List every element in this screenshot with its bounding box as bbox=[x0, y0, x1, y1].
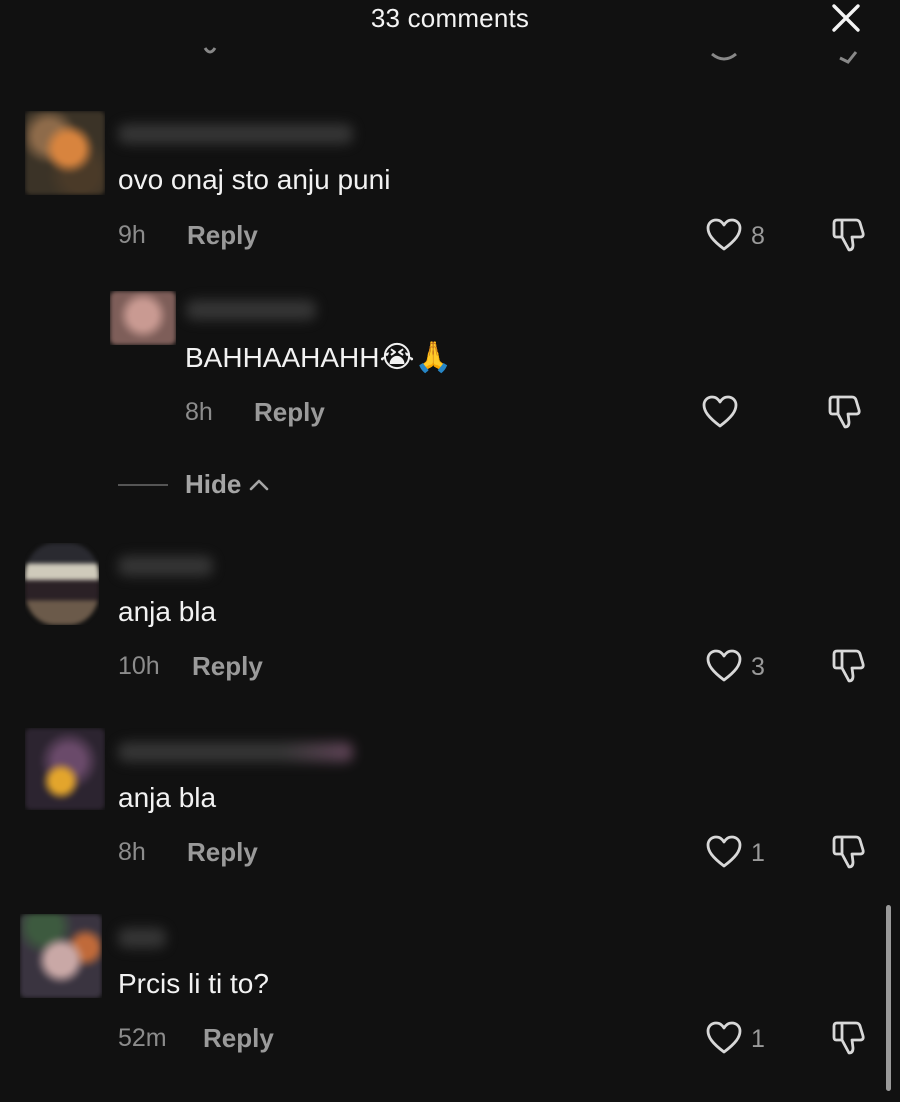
comment-text: anja bla bbox=[118, 596, 217, 627]
avatar[interactable] bbox=[25, 728, 105, 810]
reply-text: BAHHAAHAHH😭🙏 bbox=[185, 340, 452, 375]
reply-button[interactable]: Reply bbox=[254, 397, 325, 428]
hide-divider bbox=[118, 484, 168, 486]
hide-replies-button[interactable]: Hide bbox=[185, 469, 241, 500]
username-blurred[interactable] bbox=[118, 928, 166, 948]
comment-time: 8h bbox=[118, 838, 146, 866]
reply-text-body: BAHHAAHAHH bbox=[185, 342, 380, 373]
heart-icon[interactable] bbox=[706, 649, 742, 683]
reply-button[interactable]: Reply bbox=[203, 1023, 274, 1054]
dislike-icon[interactable] bbox=[831, 834, 867, 870]
comments-header: 33 comments bbox=[0, 0, 900, 40]
chevron-up-icon[interactable] bbox=[248, 474, 270, 496]
like-count: 1 bbox=[751, 839, 765, 867]
avatar[interactable] bbox=[25, 543, 99, 625]
reply-emojis: 😭🙏 bbox=[379, 341, 452, 374]
previous-comment-cutoff bbox=[0, 38, 900, 68]
scrollbar[interactable] bbox=[886, 905, 891, 1091]
dislike-icon[interactable] bbox=[831, 648, 867, 684]
comment-text: anja bla bbox=[118, 782, 217, 813]
dislike-icon[interactable] bbox=[831, 1020, 867, 1056]
comment-text: Prcis li ti to? bbox=[118, 968, 269, 999]
username-blurred[interactable] bbox=[118, 124, 353, 144]
heart-icon[interactable] bbox=[706, 835, 742, 869]
like-count: 8 bbox=[751, 222, 765, 250]
reply-username-blurred[interactable] bbox=[186, 300, 316, 320]
comment-time: 10h bbox=[118, 652, 160, 680]
reply-button[interactable]: Reply bbox=[187, 837, 258, 868]
avatar[interactable] bbox=[25, 111, 105, 195]
like-count: 1 bbox=[751, 1025, 765, 1053]
heart-icon[interactable] bbox=[706, 1021, 742, 1055]
username-blurred[interactable] bbox=[118, 556, 213, 576]
heart-icon[interactable] bbox=[706, 218, 742, 252]
comment-time: 9h bbox=[118, 221, 146, 249]
dislike-icon[interactable] bbox=[827, 394, 863, 430]
comment-time: 52m bbox=[118, 1024, 167, 1052]
close-icon[interactable] bbox=[828, 0, 864, 36]
username-blurred[interactable] bbox=[118, 742, 353, 762]
dislike-icon[interactable] bbox=[831, 217, 867, 253]
avatar[interactable] bbox=[20, 914, 102, 998]
comment-text: ovo onaj sto anju puni bbox=[118, 164, 391, 195]
reply-avatar[interactable] bbox=[110, 291, 176, 345]
reply-button[interactable]: Reply bbox=[187, 220, 258, 251]
like-count: 3 bbox=[751, 653, 765, 681]
heart-icon[interactable] bbox=[702, 395, 738, 429]
comments-count-title: 33 comments bbox=[370, 3, 530, 33]
reply-time: 8h bbox=[185, 398, 213, 426]
reply-button[interactable]: Reply bbox=[192, 651, 263, 682]
